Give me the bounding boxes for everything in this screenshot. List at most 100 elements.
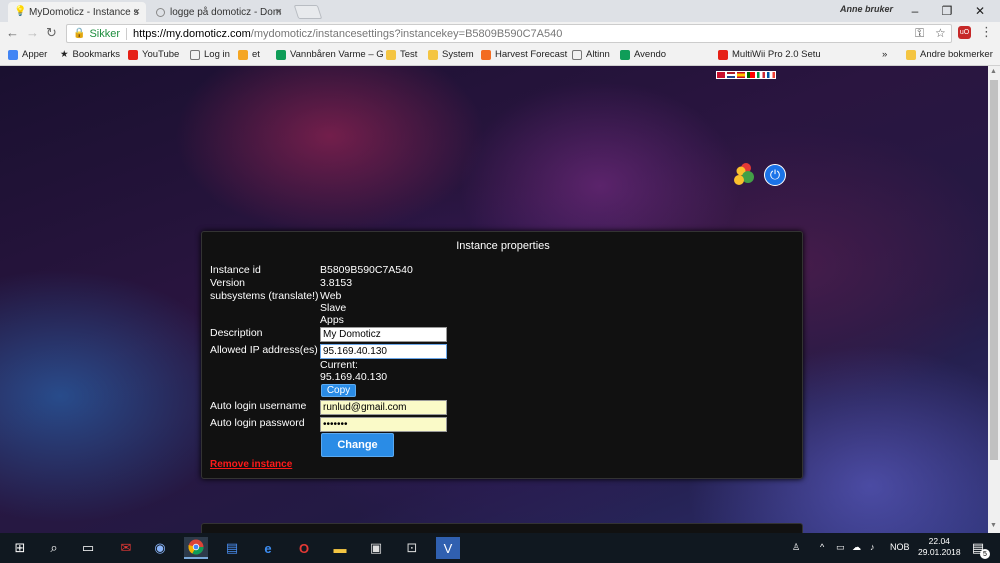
profile-user-label[interactable]: Anne bruker [840,4,893,14]
flag-nl-icon[interactable] [726,71,736,79]
edge-icon[interactable]: e [256,537,280,559]
scroll-thumb[interactable] [990,80,998,460]
bookmark-youtube[interactable]: YouTube [128,49,179,60]
bulb-icon: 💡 [14,6,27,17]
volume-icon[interactable]: ♪ [870,542,875,552]
instance-properties-panel: Instance properties Instance id B5809B59… [201,231,803,479]
auto-login-username-label: Auto login username [210,400,307,412]
bookmark-login[interactable]: Log in [190,49,230,60]
chrome-logo-icon [188,539,204,555]
tab-mydomoticz[interactable]: 💡 MyDomoticz - Instance s × [8,2,146,22]
file-explorer-icon[interactable]: ▬ [328,537,352,559]
drive-icon [276,49,286,60]
star-icon[interactable]: ☆ [935,26,946,40]
users-icon[interactable] [733,162,757,186]
instance-id-value: B5809B590C7A540 [320,264,413,276]
description-input[interactable]: My Domoticz [320,327,447,342]
chrome-icon[interactable] [184,537,208,559]
opera-icon[interactable]: O [292,537,316,559]
bookmark-multiwii[interactable]: MultiWii Pro 2.0 Setu [718,49,821,60]
bookmarks-overflow-icon[interactable]: » [882,49,887,60]
allowed-ip-input[interactable]: 95.169.40.130 [320,344,447,359]
back-icon[interactable]: ← [6,25,19,40]
thunderbird-icon[interactable]: ◉ [148,537,172,559]
reload-icon[interactable]: ↻ [46,25,57,41]
scroll-down-icon[interactable]: ▼ [990,522,997,529]
language-flags [716,71,776,79]
clock-time: 22.04 [928,536,950,546]
new-tab-button[interactable] [293,5,323,19]
page-scrollbar[interactable]: ▲ ▼ [988,66,1000,533]
restore-icon[interactable]: ❐ [932,0,962,22]
page-icon [190,49,200,60]
bookmark-et[interactable]: et [238,49,260,60]
auto-login-username-input[interactable]: runlud@gmail.com [320,400,447,415]
bookmark-apps[interactable]: Apper [8,49,47,60]
tab-logge[interactable]: logge på domoticz - Dom × [150,2,288,22]
panel-title: Instance properties [456,240,550,252]
vnc-icon[interactable]: ▣ [364,537,388,559]
minimize-icon[interactable]: – [900,0,930,22]
instance-id-label: Instance id [210,264,261,276]
flag-uk-icon[interactable] [716,71,726,79]
onedrive-icon[interactable]: ☁ [852,542,861,553]
clock-date: 29.01.2018 [918,547,961,557]
key-icon[interactable]: ⚿ [915,26,924,41]
url-host: https://my.domoticz.com [133,27,251,40]
star-icon: ★ [60,49,69,60]
scroll-up-icon[interactable]: ▲ [990,68,997,75]
flag-pt-icon[interactable] [746,71,756,79]
tab-title: logge på domoticz - Dom [170,6,282,18]
auto-login-password-label: Auto login password [210,417,305,429]
store-icon[interactable]: ⊡ [400,537,424,559]
bookmark-system[interactable]: System [428,49,474,60]
flag-it-icon[interactable] [756,71,766,79]
page-icon [572,49,582,60]
search-icon[interactable]: ⌕ [42,537,66,559]
menu-icon[interactable]: ⋮ [980,24,993,40]
remove-instance-link[interactable]: Remove instance [210,459,292,470]
loading-icon [156,7,165,17]
windows-start-icon[interactable]: ⊞ [8,537,32,559]
browser-toolbar: ← → ↻ 🔒 Sikker https://my.domoticz.com/m… [0,22,1000,44]
change-button[interactable]: Change [321,433,394,457]
battery-icon[interactable]: ▭ [836,542,845,553]
vs-code-icon[interactable]: V [436,537,460,559]
people-icon[interactable]: ♙ [792,542,800,553]
url-path: /mydomoticz/instancesettings?instancekey… [250,27,563,40]
copy-button[interactable]: Copy [321,384,356,397]
clock[interactable]: 22.04 29.01.2018 [918,536,961,558]
power-icon[interactable]: ⏻ [764,164,786,186]
lock-icon: 🔒 [73,28,86,39]
bookmark-test[interactable]: Test [386,49,417,60]
language-indicator[interactable]: NOB [890,542,910,552]
bookmark-bookmarks[interactable]: ★ Bookmarks [60,49,120,60]
bookmark-harvest[interactable]: Harvest Forecast [481,49,567,60]
harvest-icon [481,49,491,60]
action-center-icon[interactable]: ▤ 5 [966,537,990,559]
bookmark-other[interactable]: Andre bokmerker [906,49,993,60]
word-icon[interactable]: ▤ [220,537,244,559]
close-tab-icon[interactable]: × [134,6,140,18]
secondary-panel [201,523,803,533]
tray-overflow-icon[interactable]: ^ [820,542,824,552]
bookmark-avendo[interactable]: Avendo [620,49,666,60]
auto-login-password-input[interactable]: ••••••• [320,417,447,432]
task-view-icon[interactable]: ▭ [76,537,100,559]
bookmark-vannbaren[interactable]: Vannbåren Varme – G [276,49,384,60]
folder-icon [906,49,916,60]
subsystem-slave: Slave [320,302,347,314]
notification-count: 5 [980,549,990,559]
youtube-icon [128,49,138,60]
forward-icon[interactable]: → [26,25,39,40]
subsystems-label: subsystems (translate!) [210,290,319,302]
close-window-icon[interactable]: ✕ [965,0,995,22]
address-bar[interactable]: 🔒 Sikker https://my.domoticz.com/mydomot… [66,24,952,43]
flag-es-icon[interactable] [736,71,746,79]
close-tab-icon[interactable]: × [276,6,282,18]
flag-fr-icon[interactable] [766,71,776,79]
bookmarks-bar: Apper ★ Bookmarks YouTube Log in et Vannb… [0,44,1000,66]
mail-icon[interactable]: ✉ [114,537,138,559]
ublock-extension-icon[interactable]: uO [958,26,971,39]
bookmark-altinn[interactable]: Altinn [572,49,610,60]
